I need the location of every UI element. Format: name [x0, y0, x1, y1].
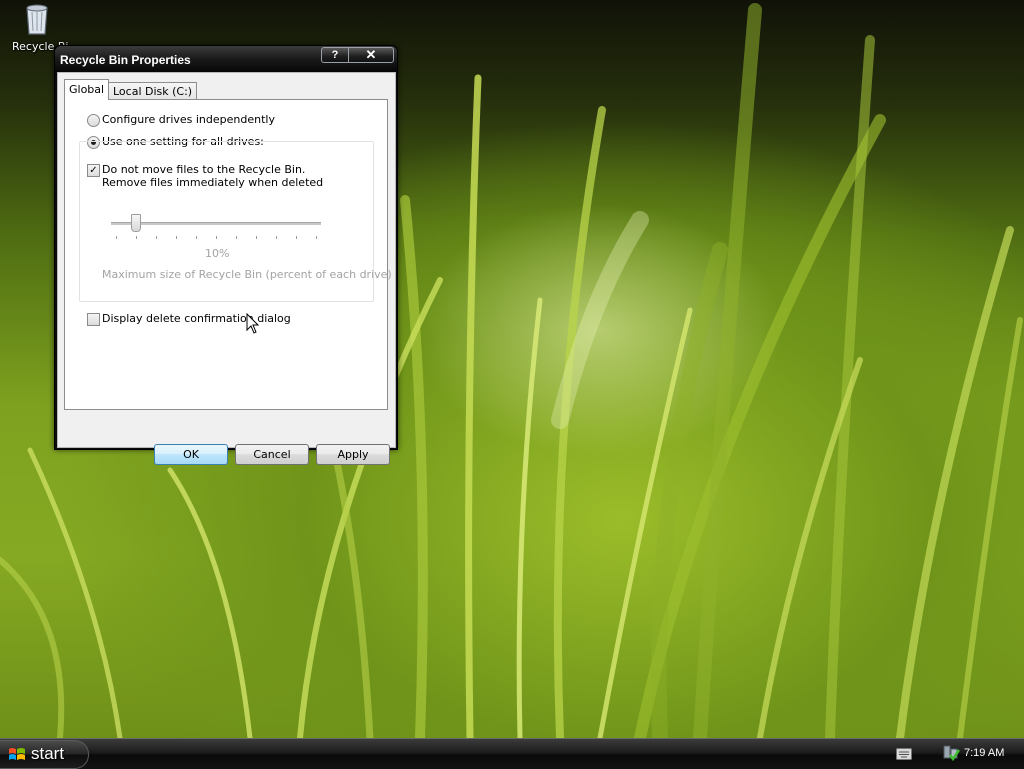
- slider-tick: [196, 236, 197, 239]
- do-not-move-label[interactable]: Do not move files to the Recycle Bin.: [102, 163, 305, 176]
- slider-tick: [236, 236, 237, 239]
- max-size-slider-track: [111, 222, 321, 225]
- dialog-title: Recycle Bin Properties: [60, 53, 191, 67]
- taskbar: start 7:19 AM: [0, 738, 1024, 769]
- do-not-move-label-line2[interactable]: Remove files immediately when deleted: [102, 176, 323, 189]
- max-size-slider-thumb[interactable]: [131, 214, 141, 232]
- slider-tick: [316, 236, 317, 239]
- windows-logo-icon: [9, 748, 25, 760]
- dialog-titlebar[interactable]: Recycle Bin Properties ? ✕: [55, 46, 397, 72]
- confirm-dialog-checkbox[interactable]: [87, 313, 100, 326]
- keyboard-icon[interactable]: [896, 748, 912, 760]
- slider-tick: [256, 236, 257, 239]
- slider-tick: [156, 236, 157, 239]
- confirm-dialog-label[interactable]: Display delete confirmation dialog: [102, 312, 291, 325]
- help-button[interactable]: ?: [321, 47, 349, 63]
- network-icon[interactable]: [942, 744, 960, 762]
- slider-tick: [276, 236, 277, 239]
- radio-configure-independently-label[interactable]: Configure drives independently: [102, 113, 275, 126]
- slider-tick: [176, 236, 177, 239]
- slider-caption: Maximum size of Recycle Bin (percent of …: [102, 268, 392, 281]
- recycle-bin-properties-dialog[interactable]: Recycle Bin Properties ? ✕ Global Local …: [54, 45, 398, 465]
- ok-button[interactable]: OK: [154, 444, 228, 465]
- radio-configure-independently[interactable]: [87, 114, 100, 127]
- recycle-bin-icon: [26, 4, 48, 35]
- slider-tick: [296, 236, 297, 239]
- close-button[interactable]: ✕: [348, 47, 394, 63]
- slider-value-label: 10%: [205, 247, 230, 260]
- cancel-button[interactable]: Cancel: [235, 444, 309, 465]
- tab-panel-global: Configure drives independently Use one s…: [64, 99, 392, 410]
- slider-tick: [116, 236, 117, 239]
- do-not-move-checkbox[interactable]: ✓: [87, 164, 100, 177]
- apply-button[interactable]: Apply: [316, 444, 390, 465]
- taskbar-clock[interactable]: 7:19 AM: [964, 747, 1004, 759]
- start-button[interactable]: start: [0, 740, 89, 769]
- dialog-client-area: Global Local Disk (C:) Configure drives …: [57, 72, 396, 465]
- tab-global[interactable]: Global: [64, 79, 110, 100]
- slider-tick: [136, 236, 137, 239]
- slider-tick: [216, 236, 217, 239]
- mouse-cursor-icon: [246, 313, 260, 334]
- start-label: start: [31, 744, 65, 763]
